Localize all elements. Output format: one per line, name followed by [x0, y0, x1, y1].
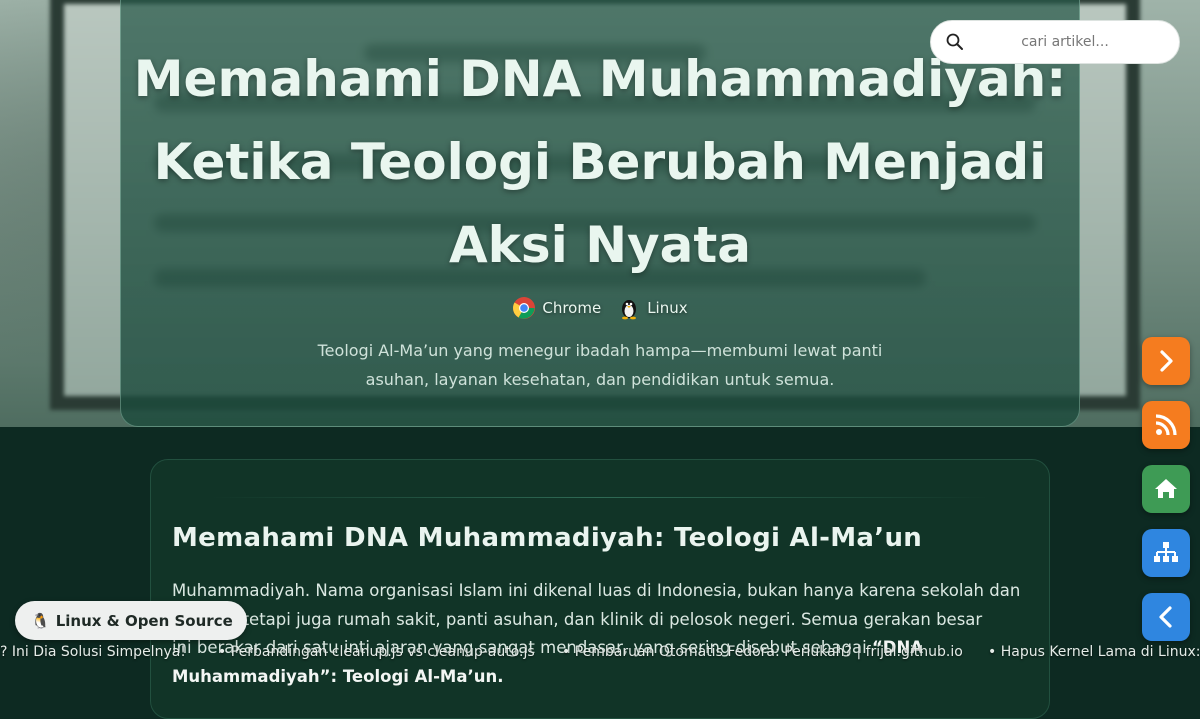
- prev-article-button[interactable]: [1142, 593, 1190, 641]
- platform-label-linux: Linux: [647, 299, 688, 317]
- home-button[interactable]: [1142, 465, 1190, 513]
- search-input[interactable]: [965, 34, 1165, 50]
- ticker-item[interactable]: • Hapus Kernel Lama di Linux:: [988, 644, 1200, 660]
- page-title-line-3: Aksi Nyata: [448, 216, 752, 274]
- page-title-line-1: Memahami DNA Muhammadiyah:: [133, 50, 1067, 108]
- ticker-item[interactable]: ? Ini Dia Solusi Simpelnya!: [0, 644, 186, 660]
- news-ticker: ? Ini Dia Solusi Simpelnya! • Perbanding…: [0, 640, 1200, 666]
- ticker-item[interactable]: • Perbandingan cleanup.js vs cleanup-aut…: [218, 644, 535, 660]
- search-box[interactable]: [930, 20, 1180, 64]
- category-badge[interactable]: 🐧 Linux & Open Source: [15, 601, 247, 640]
- hero-description-line-1: Teologi Al-Ma’un yang menegur ibadah ham…: [317, 341, 883, 360]
- platform-tags: Chrome Linux: [0, 296, 1200, 320]
- hero-description: Teologi Al-Ma’un yang menegur ibadah ham…: [300, 336, 900, 394]
- ticker-item[interactable]: • Pembaruan Otomatis Fedora: Perlukah? |…: [562, 644, 963, 660]
- article-line-2: itasnya, tetapi juga rumah sakit, panti …: [172, 609, 983, 629]
- chevron-right-icon: [1160, 350, 1173, 372]
- sitemap-icon: [1154, 542, 1178, 562]
- tux-penguin-icon: [622, 300, 637, 320]
- rss-icon: [1155, 414, 1177, 436]
- platform-tag-linux[interactable]: Linux: [617, 296, 688, 320]
- article-heading: Memahami DNA Muhammadiyah: Teologi Al-Ma…: [172, 523, 923, 553]
- next-article-button[interactable]: [1142, 337, 1190, 385]
- tux-penguin-icon: 🐧: [31, 611, 50, 630]
- category-badge-label: Linux & Open Source: [55, 611, 233, 630]
- article-paragraph: Muhammadiyah. Nama organisasi Islam ini …: [172, 577, 1032, 691]
- search-icon: [946, 33, 963, 50]
- chrome-icon: [513, 297, 536, 319]
- hero-description-line-2: asuhan, layanan kesehatan, dan pendidika…: [365, 370, 835, 389]
- platform-tag-chrome[interactable]: Chrome: [512, 296, 601, 320]
- article-line-1: Muhammadiyah. Nama organisasi Islam ini …: [172, 581, 1021, 600]
- home-icon: [1155, 479, 1177, 498]
- article-line-4: Muhammadiyah”: Teologi Al-Ma’un.: [172, 666, 504, 686]
- sitemap-button[interactable]: [1142, 529, 1190, 577]
- rss-feed-button[interactable]: [1142, 401, 1190, 449]
- chevron-left-icon: [1159, 606, 1172, 628]
- platform-label-chrome: Chrome: [542, 299, 602, 317]
- page-title-line-2: Ketika Teologi Berubah Menjadi: [153, 133, 1047, 191]
- page-title: Memahami DNA Muhammadiyah: Ketika Teolog…: [130, 38, 1070, 287]
- article-card: Memahami DNA Muhammadiyah: Teologi Al-Ma…: [150, 459, 1050, 719]
- divider: [211, 497, 989, 498]
